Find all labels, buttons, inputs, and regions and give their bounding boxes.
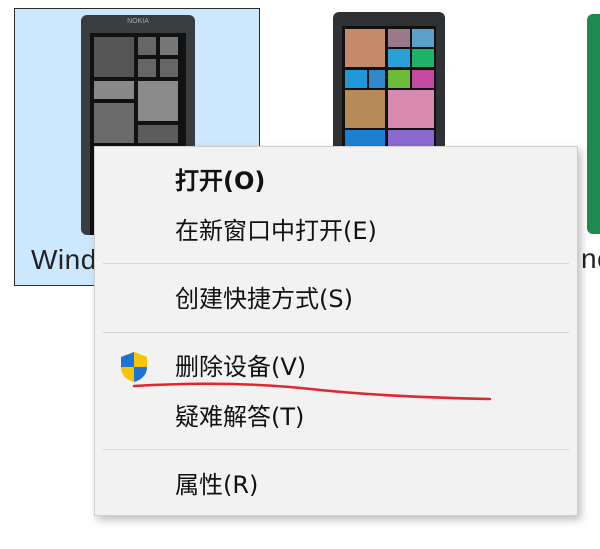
menu-item-label: 属性(R) xyxy=(175,471,259,499)
menu-separator xyxy=(103,263,569,264)
context-menu: 打开(O) 在新窗口中打开(E) 创建快捷方式(S) 删除设备(V) 疑难解答(… xyxy=(94,146,578,516)
menu-separator xyxy=(103,449,569,450)
menu-item-label: 创建快捷方式(S) xyxy=(175,285,353,313)
menu-item-properties[interactable]: 属性(R) xyxy=(95,463,577,507)
menu-separator xyxy=(103,332,569,333)
phone-brand-label: NOKIA xyxy=(127,18,149,25)
phone-thumbnail xyxy=(333,12,445,154)
menu-item-remove-device[interactable]: 删除设备(V) xyxy=(95,345,577,389)
menu-item-create-shortcut[interactable]: 创建快捷方式(S) xyxy=(95,277,577,321)
menu-item-label: 删除设备(V) xyxy=(175,353,307,381)
menu-item-label: 打开(O) xyxy=(175,167,266,195)
menu-item-open-new-window[interactable]: 在新窗口中打开(E) xyxy=(95,209,577,253)
phone-thumbnail xyxy=(587,14,600,234)
menu-item-open[interactable]: 打开(O) xyxy=(95,159,577,203)
uac-shield-icon xyxy=(121,352,147,382)
device-tile-partial[interactable]: no xyxy=(581,8,600,286)
menu-item-troubleshoot[interactable]: 疑难解答(T) xyxy=(95,395,577,439)
menu-item-label: 在新窗口中打开(E) xyxy=(175,217,377,245)
menu-item-label: 疑难解答(T) xyxy=(175,403,305,431)
device-tile-lumia[interactable] xyxy=(318,8,458,158)
device-label: Wind xyxy=(31,244,97,275)
device-label: no xyxy=(581,243,600,274)
